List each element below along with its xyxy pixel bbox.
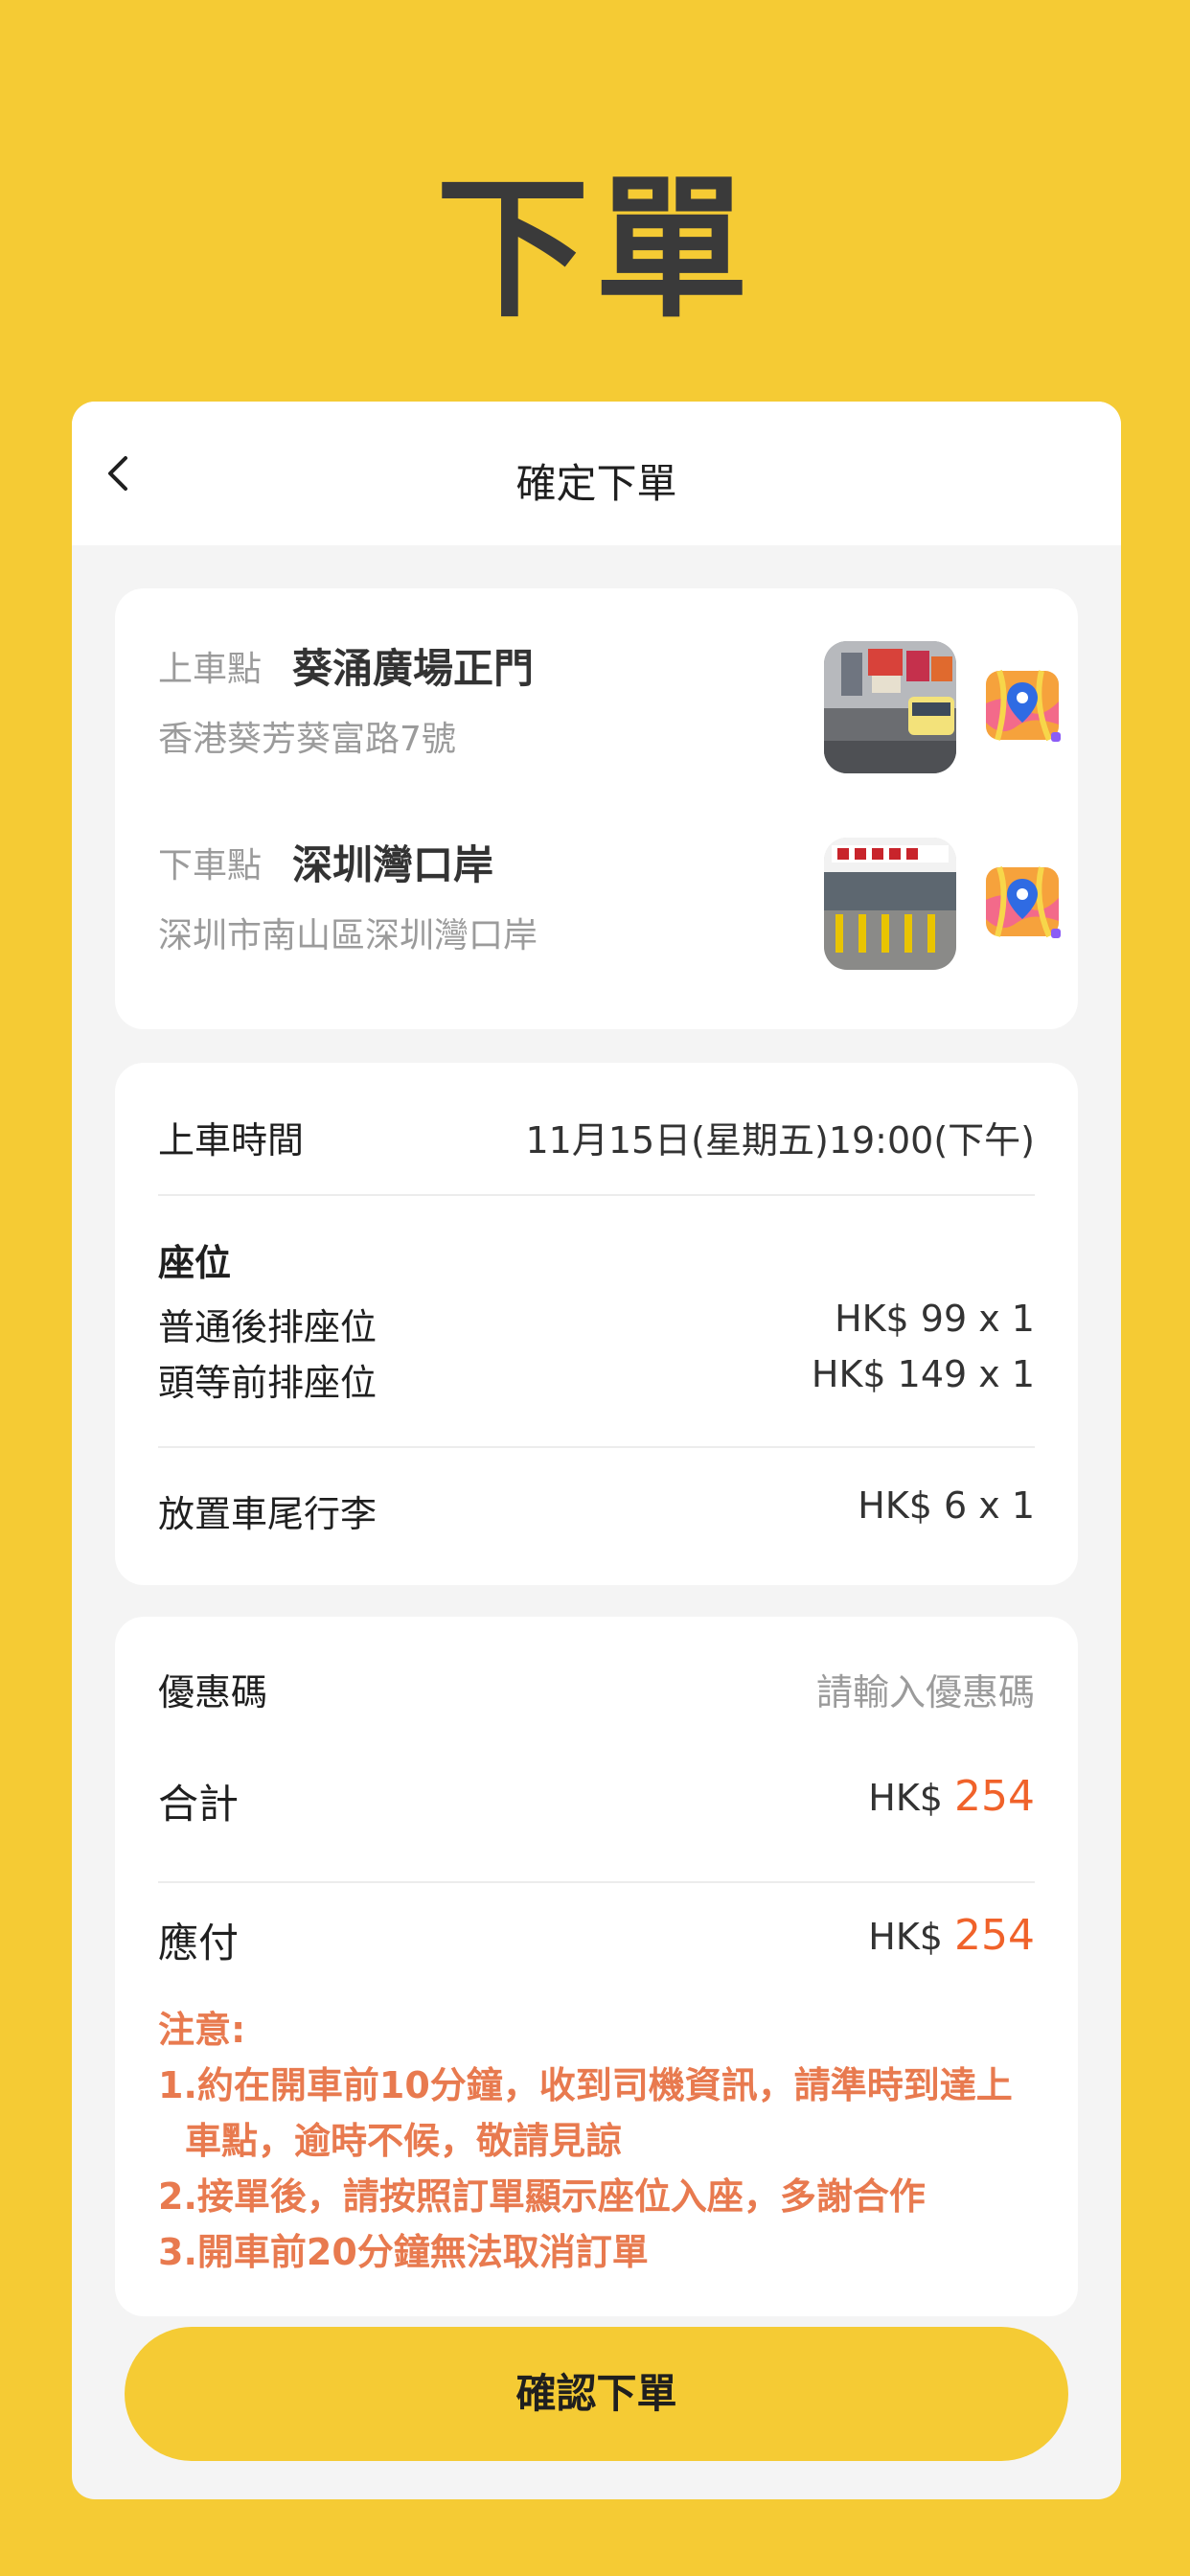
pickup-map-icon[interactable] (982, 665, 1063, 746)
seat-price: HK$ 99 x 1 (835, 1298, 1035, 1340)
seat-name: 頭等前排座位 (158, 1362, 378, 1404)
payable-currency: HK$ (868, 1916, 943, 1958)
phone-screen: 確定下單 上車點 葵涌廣場正門 香港葵芳葵富路7號 下車點 深圳灣口岸 深圳市南… (72, 402, 1121, 2499)
total-amount: HK$ 254 (868, 1772, 1035, 1821)
notice-line: 1.約在開車前10分鐘，收到司機資訊，請準時到達上 (158, 2064, 1013, 2106)
locations-card: 上車點 葵涌廣場正門 香港葵芳葵富路7號 下車點 深圳灣口岸 深圳市南山區深圳灣… (115, 588, 1078, 1029)
pickup-location-photo[interactable] (824, 641, 956, 773)
dropoff-kind-label: 下車點 (158, 846, 263, 886)
confirm-order-button[interactable]: 確認下單 (125, 2327, 1068, 2461)
luggage-price: HK$ 6 x 1 (858, 1484, 1035, 1527)
notice-heading: 注意: (158, 2009, 246, 2051)
trip-details-card: 上車時間 11月15日(星期五)19:00(下午) 座位 普通後排座位 HK$ … (115, 1063, 1078, 1585)
divider (158, 1881, 1035, 1883)
pickup-location-name: 葵涌廣場正門 (292, 645, 535, 692)
dropoff-location-row[interactable]: 下車點 深圳灣口岸 深圳市南山區深圳灣口岸 (158, 833, 1061, 970)
seats-heading: 座位 (158, 1242, 232, 1284)
payable-amount: HK$ 254 (868, 1911, 1035, 1960)
total-value: 254 (954, 1772, 1035, 1821)
divider (158, 1194, 1035, 1196)
pickup-location-row[interactable]: 上車點 葵涌廣場正門 香港葵芳葵富路7號 (158, 636, 1061, 773)
nav-bar: 確定下單 (72, 402, 1121, 545)
coupon-input[interactable]: 請輸入優惠碼 (816, 1663, 1035, 1715)
payment-card: 優惠碼 請輸入優惠碼 合計 HK$ 254 應付 HK$ 254 注意: 1.約… (115, 1617, 1078, 2316)
notice-line: 車點，逾時不候，敬請見諒 (185, 2120, 623, 2162)
dropoff-location-name: 深圳灣口岸 (292, 841, 494, 888)
notice-line: 2.接單後，請按照訂單顯示座位入座，多謝合作 (158, 2175, 926, 2218)
notice-block: 注意: 1.約在開車前10分鐘，收到司機資訊，請準時到達上 車點，逾時不候，敬請… (158, 2002, 1040, 2280)
seat-name: 普通後排座位 (158, 1306, 378, 1348)
dropoff-address: 深圳市南山區深圳灣口岸 (158, 916, 538, 955)
notice-line: 3.開車前20分鐘無法取消訂單 (158, 2231, 649, 2273)
pickup-kind-label: 上車點 (158, 650, 263, 689)
nav-title: 確定下單 (515, 460, 677, 507)
payable-label: 應付 (158, 1920, 240, 1966)
dropoff-location-photo[interactable] (824, 838, 956, 970)
pickup-address: 香港葵芳葵富路7號 (158, 720, 456, 759)
payable-value: 254 (954, 1911, 1035, 1960)
pickup-time-value: 11月15日(星期五)19:00(下午) (525, 1119, 1035, 1162)
page-hero-title: 下單 (435, 159, 754, 338)
total-currency: HK$ (868, 1777, 943, 1819)
seat-price: HK$ 149 x 1 (811, 1353, 1035, 1395)
luggage-label: 放置車尾行李 (158, 1493, 378, 1535)
coupon-label: 優惠碼 (158, 1671, 268, 1714)
pickup-time-label: 上車時間 (158, 1119, 305, 1162)
total-label: 合計 (158, 1781, 240, 1828)
divider (158, 1446, 1035, 1448)
dropoff-map-icon[interactable] (982, 862, 1063, 942)
